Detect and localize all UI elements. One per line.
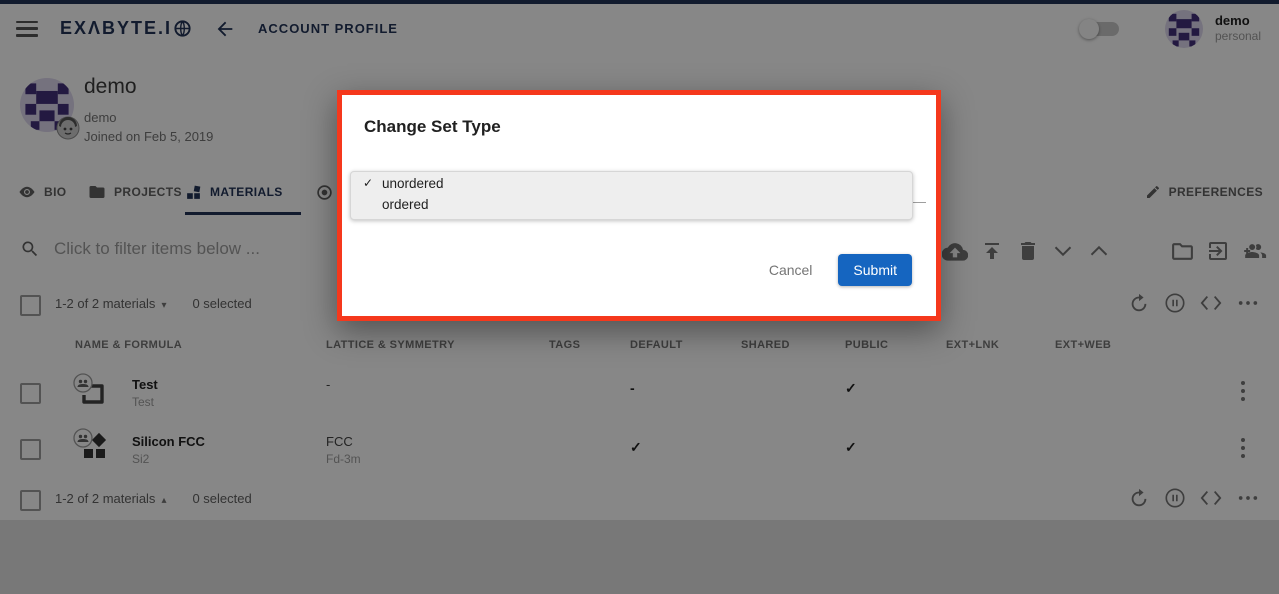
dialog-title: Change Set Type [364,117,501,137]
account-profile-page: EXΛBYTE.I ACCOUNT PROFILE [0,0,1279,594]
option-ordered[interactable]: ordered [351,195,912,214]
option-label: ordered [382,197,429,212]
change-set-type-dialog: Change Set Type ✓ unordered ordered Canc… [337,90,941,321]
submit-button[interactable]: Submit [838,254,912,286]
set-type-listbox[interactable]: ✓ unordered ordered [350,171,913,220]
option-unordered[interactable]: ✓ unordered [351,174,912,193]
dialog-actions: Cancel Submit [755,254,912,286]
option-label: unordered [382,176,444,191]
cancel-button[interactable]: Cancel [755,254,827,286]
check-icon: ✓ [363,174,379,193]
